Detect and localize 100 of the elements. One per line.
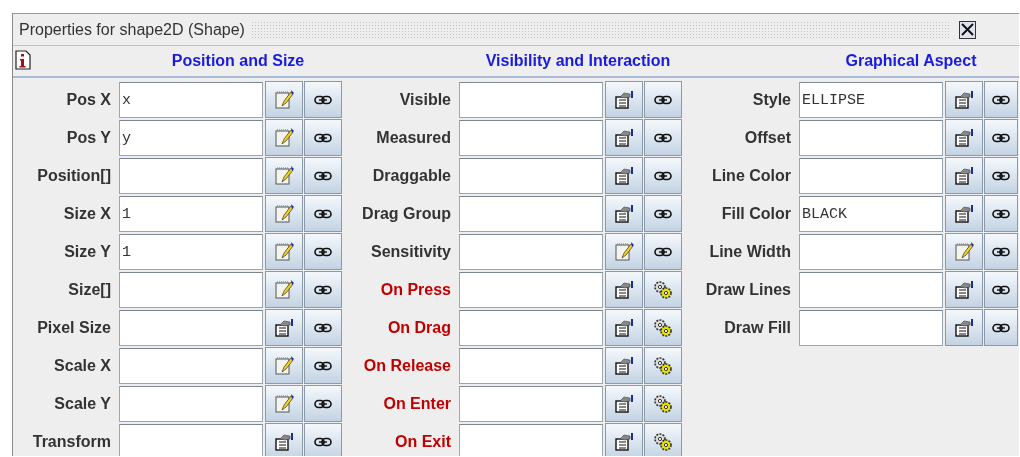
link-button[interactable]	[304, 271, 342, 308]
link-button[interactable]	[984, 309, 1018, 346]
editor-button[interactable]	[945, 81, 983, 118]
clipboard-list-icon	[953, 316, 975, 339]
input-field[interactable]: 1	[119, 196, 263, 232]
link-button[interactable]	[304, 157, 342, 194]
link-button[interactable]	[304, 195, 342, 232]
editor-button[interactable]	[605, 271, 643, 308]
input-field[interactable]	[799, 158, 943, 194]
link-button[interactable]	[304, 119, 342, 156]
input-field[interactable]	[799, 234, 943, 270]
chain-link-icon	[654, 94, 672, 105]
editor-button[interactable]	[265, 423, 303, 456]
link-button[interactable]	[644, 195, 682, 232]
link-button[interactable]	[644, 81, 682, 118]
editor-button[interactable]	[605, 195, 643, 232]
editor-button[interactable]	[945, 157, 983, 194]
clipboard-list-icon	[613, 88, 635, 111]
editor-button[interactable]	[945, 119, 983, 156]
input-field[interactable]	[459, 82, 603, 118]
editor-button[interactable]	[605, 423, 643, 456]
editor-button[interactable]	[605, 119, 643, 156]
chain-link-icon	[314, 284, 332, 295]
input-field[interactable]: ELLIPSE	[799, 82, 943, 118]
editor-button[interactable]	[605, 81, 643, 118]
input-field[interactable]	[119, 158, 263, 194]
input-field[interactable]	[459, 386, 603, 422]
chain-link-icon	[654, 170, 672, 181]
chain-link-icon	[992, 94, 1010, 105]
notepad-pencil-icon	[273, 240, 295, 263]
editor-button[interactable]	[605, 157, 643, 194]
input-field[interactable]	[799, 310, 943, 346]
field-label: Size X	[62, 205, 112, 223]
input-field[interactable]	[799, 272, 943, 308]
link-button[interactable]	[984, 81, 1018, 118]
link-button[interactable]	[304, 233, 342, 270]
editor-button[interactable]	[945, 195, 983, 232]
input-field[interactable]	[459, 196, 603, 232]
link-button[interactable]	[304, 309, 342, 346]
editor-button[interactable]	[605, 347, 643, 384]
clipboard-list-icon	[613, 392, 635, 415]
input-field[interactable]	[119, 424, 263, 456]
editor-button[interactable]	[605, 309, 643, 346]
editor-button[interactable]	[265, 309, 303, 346]
input-field[interactable]	[459, 310, 603, 346]
input-field[interactable]: x	[119, 82, 263, 118]
input-field[interactable]	[459, 272, 603, 308]
input-field[interactable]	[119, 348, 263, 384]
editor-button[interactable]	[945, 271, 983, 308]
link-button[interactable]	[644, 157, 682, 194]
chain-link-icon	[314, 436, 332, 447]
section-header: Graphical Aspect	[845, 52, 977, 70]
input-field[interactable]	[459, 120, 603, 156]
notepad-pencil-icon	[273, 392, 295, 415]
link-button[interactable]	[644, 233, 682, 270]
link-button[interactable]	[984, 233, 1018, 270]
info-icon[interactable]	[15, 50, 31, 70]
input-field[interactable]	[459, 158, 603, 194]
gears-icon	[653, 317, 673, 338]
input-field[interactable]	[459, 348, 603, 384]
link-button[interactable]	[304, 81, 342, 118]
link-button[interactable]	[304, 347, 342, 384]
input-field[interactable]	[459, 234, 603, 270]
link-button[interactable]	[984, 271, 1018, 308]
link-button[interactable]	[984, 157, 1018, 194]
input-field[interactable]	[459, 424, 603, 456]
link-button[interactable]	[984, 195, 1018, 232]
gears-icon	[653, 431, 673, 452]
chain-link-icon	[654, 208, 672, 219]
link-button[interactable]	[644, 119, 682, 156]
chain-link-icon	[654, 132, 672, 143]
field-label: Draw Fill	[723, 319, 792, 337]
input-field[interactable]	[799, 120, 943, 156]
field-label: Pos X	[65, 91, 112, 109]
link-button[interactable]	[304, 423, 342, 456]
input-field[interactable]: BLACK	[799, 196, 943, 232]
input-field[interactable]: 1	[119, 234, 263, 270]
chain-link-icon	[992, 284, 1010, 295]
chain-link-icon	[314, 132, 332, 143]
action-button[interactable]	[644, 423, 682, 456]
action-button[interactable]	[644, 347, 682, 384]
field-label: Draggable	[371, 167, 452, 185]
notepad-pencil-icon	[273, 202, 295, 225]
clipboard-list-icon	[613, 164, 635, 187]
action-button[interactable]	[644, 271, 682, 308]
field-label: Visible	[398, 91, 452, 109]
chain-link-icon	[654, 246, 672, 257]
field-label: On Enter	[382, 395, 452, 413]
action-button[interactable]	[644, 385, 682, 422]
editor-button[interactable]	[605, 385, 643, 422]
input-field[interactable]	[119, 386, 263, 422]
editor-button[interactable]	[945, 309, 983, 346]
input-field[interactable]	[119, 310, 263, 346]
action-button[interactable]	[644, 309, 682, 346]
link-button[interactable]	[984, 119, 1018, 156]
gears-icon	[653, 355, 673, 376]
link-button[interactable]	[304, 385, 342, 422]
input-field[interactable]	[119, 272, 263, 308]
input-field[interactable]: y	[119, 120, 263, 156]
close-button[interactable]	[958, 20, 976, 39]
